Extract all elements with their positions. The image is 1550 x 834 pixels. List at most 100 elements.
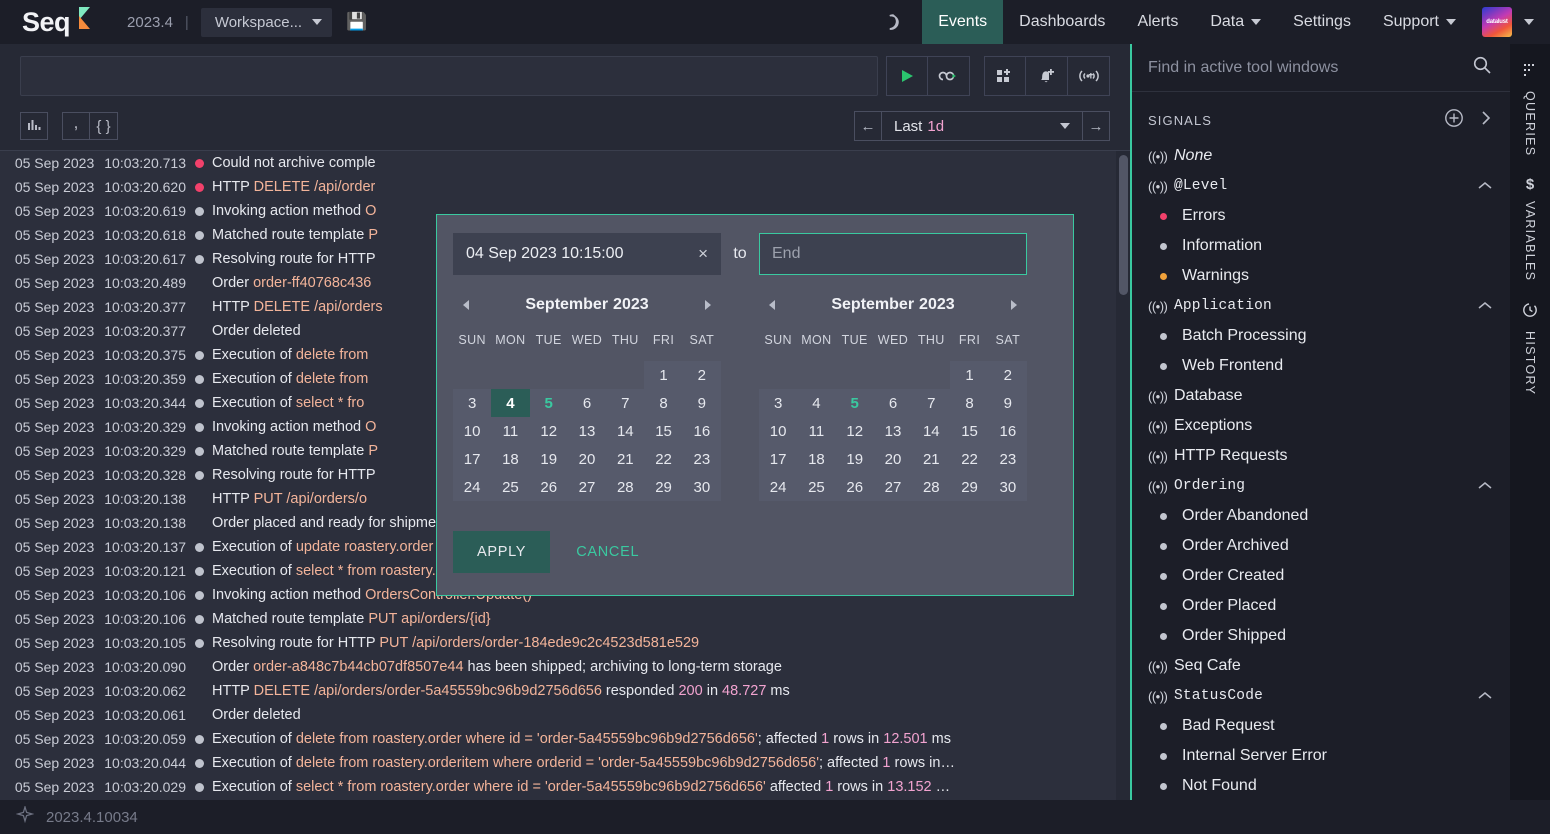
signal-item-http-requests[interactable]: ((•)) HTTP Requests — [1132, 441, 1510, 471]
calendar-day[interactable]: 18 — [491, 445, 530, 473]
signal-item-none[interactable]: ((•)) None — [1132, 141, 1510, 171]
calendar-day[interactable]: 11 — [491, 417, 530, 445]
signal-child-web-frontend[interactable]: Web Frontend — [1132, 351, 1510, 381]
signal-child-order-created[interactable]: Order Created — [1132, 561, 1510, 591]
calendar-day[interactable]: 2 — [988, 361, 1027, 389]
calendar-day[interactable]: 8 — [950, 389, 989, 417]
prev-month-button[interactable] — [453, 299, 479, 311]
calendar-day[interactable]: 17 — [759, 445, 798, 473]
signal-child-order-archived[interactable]: Order Archived — [1132, 531, 1510, 561]
calendar-day[interactable]: 16 — [988, 417, 1027, 445]
calendar-day[interactable]: 21 — [912, 445, 951, 473]
signal-item-database[interactable]: ((•)) Database — [1132, 381, 1510, 411]
end-date-field[interactable]: End — [759, 233, 1027, 275]
nav-item-alerts[interactable]: Alerts — [1121, 0, 1194, 44]
calendar-day[interactable]: 20 — [873, 445, 913, 473]
calendar-day[interactable]: 5 — [835, 389, 874, 417]
expand-signals-icon[interactable] — [1480, 110, 1492, 131]
calendar-day[interactable]: 29 — [950, 473, 989, 501]
event-row[interactable]: 05 Sep 2023 10:03:20.059 Execution of dele… — [0, 727, 1116, 751]
account-chevron-down-icon[interactable] — [1524, 19, 1534, 25]
calendar-day[interactable]: 4 — [797, 389, 836, 417]
calendar-day[interactable]: 12 — [835, 417, 874, 445]
prev-month-button[interactable] — [759, 299, 785, 311]
calendar-day[interactable]: 22 — [950, 445, 989, 473]
chevron-up-icon[interactable] — [1478, 477, 1492, 495]
calendar-day[interactable]: 3 — [759, 389, 798, 417]
signal-item-application[interactable]: ((•)) Application — [1132, 291, 1510, 321]
calendar-day[interactable]: 1 — [950, 361, 989, 389]
calendar-day[interactable]: 14 — [606, 417, 645, 445]
calendar-day[interactable]: 18 — [797, 445, 836, 473]
signal-child-order-abandoned[interactable]: Order Abandoned — [1132, 501, 1510, 531]
event-row[interactable]: 05 Sep 2023 10:03:20.106 Matched route tem… — [0, 607, 1116, 631]
event-row[interactable]: 05 Sep 2023 10:03:20.044 Execution of dele… — [0, 751, 1116, 775]
calendar-day[interactable]: 19 — [529, 445, 568, 473]
chart-icon[interactable] — [20, 112, 48, 140]
nav-item-dashboards[interactable]: Dashboards — [1003, 0, 1121, 44]
tab-queries[interactable]: QUERIES — [1522, 56, 1538, 170]
apply-button[interactable]: APPLY — [453, 531, 551, 573]
calendar-day[interactable]: 8 — [644, 389, 683, 417]
calendar-day[interactable]: 4 — [491, 389, 530, 417]
signal-child-batch-processing[interactable]: Batch Processing — [1132, 321, 1510, 351]
clear-icon[interactable]: × — [698, 244, 708, 264]
nav-item-support[interactable]: Support — [1367, 0, 1472, 44]
add-to-dashboard-button[interactable] — [984, 56, 1026, 96]
brand-logo[interactable]: Seq — [0, 0, 93, 44]
range-next-button[interactable]: → — [1082, 111, 1110, 141]
calendar-day[interactable]: 21 — [606, 445, 645, 473]
signal-child-information[interactable]: Information — [1132, 231, 1510, 261]
calendar-day[interactable]: 3 — [453, 389, 492, 417]
add-alert-button[interactable] — [1026, 56, 1068, 96]
auto-refresh-button[interactable] — [928, 56, 970, 96]
calendar-day[interactable]: 7 — [912, 389, 951, 417]
calendar-day[interactable]: 28 — [606, 473, 645, 501]
calendar-day[interactable]: 17 — [453, 445, 492, 473]
calendar-day[interactable]: 30 — [682, 473, 721, 501]
add-signal-icon[interactable] — [1444, 108, 1464, 133]
csv-icon[interactable]: , — [62, 112, 90, 140]
signal-child-order-shipped[interactable]: Order Shipped — [1132, 621, 1510, 651]
tab-history[interactable]: HISTORY — [1522, 296, 1538, 409]
find-input[interactable] — [1148, 58, 1472, 77]
calendar-day[interactable]: 25 — [491, 473, 530, 501]
calendar-day[interactable]: 2 — [682, 361, 721, 389]
run-query-button[interactable] — [886, 56, 928, 96]
calendar-day[interactable]: 1 — [644, 361, 683, 389]
calendar-day[interactable]: 25 — [797, 473, 836, 501]
calendar-day[interactable]: 15 — [644, 417, 683, 445]
event-row[interactable]: 05 Sep 2023 10:03:20.713 Could not archive… — [0, 151, 1116, 175]
nav-item-settings[interactable]: Settings — [1277, 0, 1367, 44]
signal-child-bad-request[interactable]: Bad Request — [1132, 711, 1510, 741]
nav-item-data[interactable]: Data — [1194, 0, 1277, 44]
nav-item-events[interactable]: Events — [922, 0, 1004, 44]
calendar-day[interactable]: 13 — [567, 417, 607, 445]
calendar-day[interactable]: 6 — [567, 389, 607, 417]
json-icon[interactable]: { } — [90, 112, 118, 140]
calendar-day[interactable]: 10 — [453, 417, 492, 445]
event-row[interactable]: 05 Sep 2023 10:03:20.090 Order order-a848c… — [0, 655, 1116, 679]
time-range-selector[interactable]: Last 1d — [882, 111, 1082, 141]
calendar-day[interactable]: 13 — [873, 417, 913, 445]
chevron-up-icon[interactable] — [1478, 297, 1492, 315]
range-prev-button[interactable]: ← — [854, 111, 882, 141]
chevron-up-icon[interactable] — [1478, 687, 1492, 705]
tab-variables[interactable]: $ VARIABLES — [1523, 170, 1537, 295]
calendar-day[interactable]: 30 — [988, 473, 1027, 501]
calendar-day[interactable]: 11 — [797, 417, 836, 445]
calendar-day[interactable]: 14 — [912, 417, 951, 445]
calendar-day[interactable]: 29 — [644, 473, 683, 501]
event-row[interactable]: 05 Sep 2023 10:03:20.062 HTTP DELETE /api/… — [0, 679, 1116, 703]
dark-mode-toggle[interactable] — [860, 0, 922, 44]
avatar[interactable]: datalust — [1482, 7, 1512, 37]
calendar-day[interactable]: 28 — [912, 473, 951, 501]
signal-child-order-placed[interactable]: Order Placed — [1132, 591, 1510, 621]
calendar-day[interactable]: 9 — [988, 389, 1027, 417]
save-icon[interactable]: 💾 — [346, 0, 367, 44]
workspace-selector[interactable]: Workspace... — [200, 7, 333, 37]
calendar-day[interactable]: 27 — [873, 473, 913, 501]
calendar-day[interactable]: 12 — [529, 417, 568, 445]
calendar-day[interactable]: 26 — [529, 473, 568, 501]
signal-child-internal-server-error[interactable]: Internal Server Error — [1132, 741, 1510, 771]
